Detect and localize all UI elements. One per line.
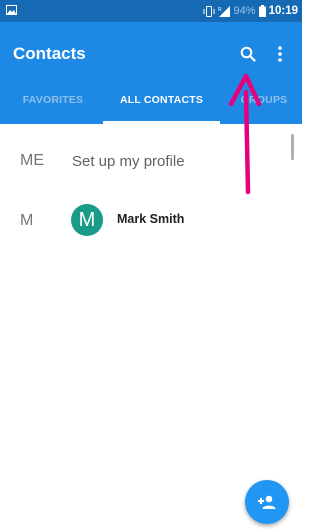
battery-icon — [258, 5, 266, 17]
add-contact-icon — [258, 495, 276, 509]
vibrate-icon — [203, 5, 215, 17]
status-time: 10:19 — [268, 5, 298, 17]
avatar: M — [71, 204, 103, 236]
status-icons: R 94% 10:19 — [203, 3, 298, 19]
scrollbar[interactable] — [291, 134, 294, 160]
my-profile-row[interactable]: ME Set up my profile — [0, 142, 290, 182]
add-contact-button[interactable] — [245, 480, 289, 524]
page-title: Contacts — [13, 44, 86, 63]
contacts-list[interactable]: ME Set up my profile M M Mark Smith — [0, 124, 302, 529]
tab-all-contacts[interactable]: ALL CONTACTS — [103, 94, 220, 124]
tab-bar: FAVORITES ALL CONTACTS GROUPS — [0, 94, 302, 124]
more-options-button[interactable] — [270, 42, 290, 66]
contact-name: Mark Smith — [117, 212, 185, 226]
status-bar: R 94% 10:19 — [0, 0, 302, 22]
search-button[interactable] — [236, 42, 260, 66]
setup-profile-label: Set up my profile — [72, 153, 185, 170]
svg-text:R: R — [218, 7, 222, 13]
search-icon — [240, 46, 256, 62]
app-bar: Contacts FAVORITES ALL CONTACTS GROUPS — [0, 22, 302, 124]
tab-favorites[interactable]: FAVORITES — [10, 94, 96, 124]
battery-percentage: 94% — [233, 5, 256, 17]
section-letter: M — [20, 212, 34, 229]
avatar-letter: M — [78, 208, 96, 231]
more-vert-icon — [278, 46, 282, 62]
image-icon — [6, 5, 17, 15]
list-item[interactable]: M M Mark Smith — [0, 202, 290, 242]
tab-groups[interactable]: GROUPS — [226, 94, 302, 124]
section-letter: ME — [20, 152, 44, 169]
signal-icon: R — [218, 5, 230, 17]
